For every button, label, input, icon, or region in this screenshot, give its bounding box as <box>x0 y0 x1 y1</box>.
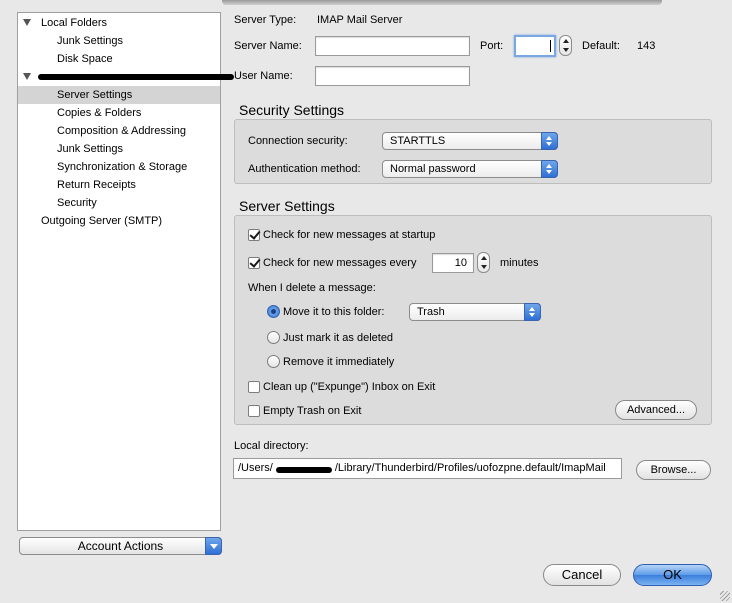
tree-item-label: Return Receipts <box>57 179 136 191</box>
advanced-button[interactable]: Advanced... <box>615 400 697 420</box>
check-startup-label[interactable]: Check for new messages at startup <box>263 229 435 241</box>
server-name-field[interactable] <box>315 36 470 56</box>
tree-item-junk-settings-local[interactable]: Junk Settings <box>18 32 220 50</box>
mark-deleted-label[interactable]: Just mark it as deleted <box>283 332 393 344</box>
connection-security-value: STARTTLS <box>390 135 446 147</box>
local-directory-label: Local directory: <box>234 440 309 452</box>
authentication-method-label: Authentication method: <box>248 163 361 175</box>
server-type-label: Server Type: <box>234 14 297 26</box>
server-type-value: IMAP Mail Server <box>317 14 403 26</box>
local-directory-suffix: /Library/Thunderbird/Profiles/uofozpne.d… <box>334 462 606 474</box>
mark-deleted-radio[interactable] <box>267 331 280 344</box>
tree-item-return-receipts[interactable]: Return Receipts <box>18 176 220 194</box>
empty-trash-label[interactable]: Empty Trash on Exit <box>263 405 361 417</box>
default-port-label: Default: <box>582 40 620 52</box>
redaction-bar <box>276 467 332 473</box>
disclosure-triangle-icon[interactable] <box>23 73 31 80</box>
disclosure-triangle-icon[interactable] <box>23 19 31 26</box>
local-directory-prefix: /Users/ <box>238 462 273 474</box>
tree-item-label: Local Folders <box>41 17 108 29</box>
port-field[interactable] <box>514 35 556 57</box>
delete-message-label: When I delete a message: <box>248 282 376 294</box>
tree-item-composition[interactable]: Composition & Addressing <box>18 122 220 140</box>
user-name-field[interactable] <box>315 66 470 86</box>
move-to-folder-radio[interactable] <box>267 305 280 318</box>
tree-item-copies-folders[interactable]: Copies & Folders <box>18 104 220 122</box>
tree-item-label: Junk Settings <box>57 143 124 155</box>
cancel-button[interactable]: Cancel <box>543 564 621 586</box>
expunge-checkbox[interactable] <box>248 381 260 393</box>
empty-trash-checkbox[interactable] <box>248 405 260 417</box>
tree-item-label: Outgoing Server (SMTP) <box>41 215 163 227</box>
check-interval-field[interactable]: 10 <box>432 253 474 273</box>
ok-button[interactable]: OK <box>633 564 712 586</box>
trash-folder-popup[interactable]: Trash <box>409 303 541 321</box>
local-directory-field[interactable]: /Users/ /Library/Thunderbird/Profiles/uof… <box>233 458 622 479</box>
stepper-down-icon[interactable] <box>563 48 569 52</box>
default-port-value: 143 <box>637 40 656 52</box>
tree-item-label: Copies & Folders <box>57 107 142 119</box>
browse-button[interactable]: Browse... <box>636 460 711 480</box>
server-settings-title: Server Settings <box>239 198 335 214</box>
check-startup-checkbox[interactable] <box>248 229 260 241</box>
stepper-down-icon[interactable] <box>481 265 487 269</box>
account-actions-label: Account Actions <box>77 539 164 553</box>
check-every-checkbox[interactable] <box>248 257 260 269</box>
trash-folder-value: Trash <box>417 306 445 318</box>
connection-security-label: Connection security: <box>248 135 348 147</box>
popup-arrow-icon <box>205 537 222 555</box>
popup-arrows-icon <box>541 160 558 178</box>
authentication-method-popup[interactable]: Normal password <box>382 160 558 178</box>
check-interval-stepper[interactable] <box>477 252 490 273</box>
user-name-label: User Name: <box>234 70 293 82</box>
expunge-label[interactable]: Clean up ("Expunge") Inbox on Exit <box>263 381 435 393</box>
redaction-bar <box>38 74 234 80</box>
port-stepper[interactable] <box>559 35 572 56</box>
account-tree[interactable]: Local Folders Junk Settings Disk Space S… <box>17 12 234 531</box>
text-caret <box>550 40 551 52</box>
resize-grip-icon[interactable] <box>720 591 730 601</box>
check-every-label[interactable]: Check for new messages every <box>263 257 416 269</box>
port-label: Port: <box>480 40 504 52</box>
stepper-up-icon[interactable] <box>481 256 487 260</box>
tree-item-local-folders[interactable]: Local Folders <box>18 14 220 32</box>
tree-item-outgoing-server[interactable]: Outgoing Server (SMTP) <box>18 212 220 230</box>
tree-item-label: Disk Space <box>57 53 113 65</box>
tree-item-imap-account[interactable] <box>18 68 234 86</box>
popup-arrows-icon <box>541 132 558 150</box>
tree-item-label: Security <box>57 197 97 209</box>
tree-item-sync-storage[interactable]: Synchronization & Storage <box>18 158 220 176</box>
remove-immediately-label[interactable]: Remove it immediately <box>283 356 394 368</box>
account-actions-popup[interactable]: Account Actions <box>19 537 222 555</box>
authentication-method-value: Normal password <box>390 163 476 175</box>
tree-item-label: Server Settings <box>57 89 133 101</box>
popup-arrows-icon <box>524 303 541 321</box>
tree-item-label: Composition & Addressing <box>57 125 187 137</box>
connection-security-popup[interactable]: STARTTLS <box>382 132 558 150</box>
tree-item-security[interactable]: Security <box>18 194 220 212</box>
window-top-edge <box>222 0 662 5</box>
server-name-label: Server Name: <box>234 40 302 52</box>
security-settings-title: Security Settings <box>239 102 345 118</box>
minutes-label: minutes <box>500 257 539 269</box>
tree-item-disk-space[interactable]: Disk Space <box>18 50 220 68</box>
tree-item-server-settings[interactable]: Server Settings <box>18 86 220 104</box>
tree-item-label: Junk Settings <box>57 35 124 47</box>
tree-item-label: Synchronization & Storage <box>57 161 188 173</box>
tree-item-junk-settings[interactable]: Junk Settings <box>18 140 220 158</box>
stepper-up-icon[interactable] <box>563 39 569 43</box>
move-to-folder-label[interactable]: Move it to this folder: <box>283 306 385 318</box>
remove-immediately-radio[interactable] <box>267 355 280 368</box>
